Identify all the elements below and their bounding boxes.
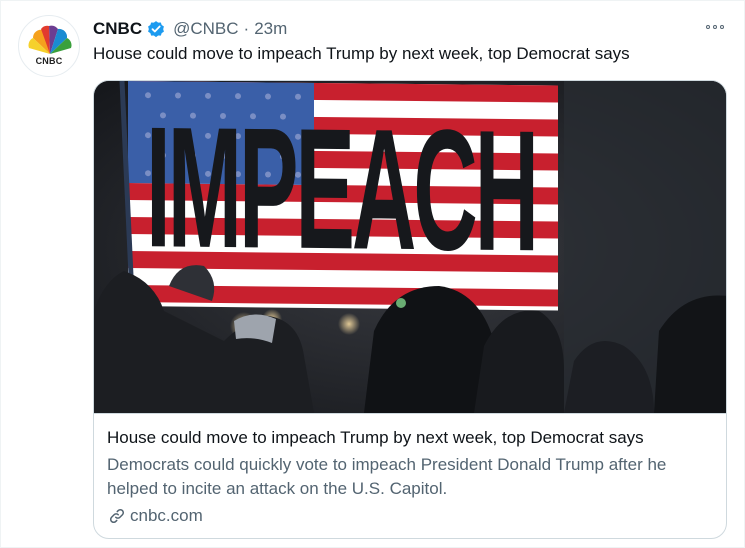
separator-dot: · [243,19,250,38]
account-name[interactable]: CNBC [93,19,142,39]
verified-badge-icon [146,19,166,39]
tweet[interactable]: CNBC CNBC @CNBC · 23m House could move t… [0,0,745,548]
more-options-icon[interactable] [704,17,726,37]
protest-flag-image: IMPEACH [94,81,726,413]
more-dot [713,25,717,29]
account-handle[interactable]: @CNBC [173,19,238,39]
card-description: Democrats could quickly vote to impeach … [107,455,667,498]
link-card[interactable]: IMPEACH House could move to impeach Trum… [93,80,727,539]
avatar-wordmark: CNBC [35,56,63,66]
card-domain-text: cnbc.com [130,506,203,525]
card-body[interactable]: House could move to impeach Trump by nex… [94,413,726,538]
avatar[interactable]: CNBC [18,15,80,77]
more-dot [720,25,724,29]
peacock-logo-icon [28,25,72,54]
card-domain[interactable]: cnbc.com [107,505,203,527]
timestamp[interactable]: 23m [254,19,287,39]
more-dot [706,25,710,29]
tweet-text: House could move to impeach Trump by nex… [93,44,630,63]
tweet-header: CNBC @CNBC · 23m [93,17,287,41]
flag-word: IMPEACH [146,91,536,287]
card-title: House could move to impeach Trump by nex… [107,428,644,447]
link-icon [109,508,125,524]
card-image[interactable]: IMPEACH [94,81,726,413]
